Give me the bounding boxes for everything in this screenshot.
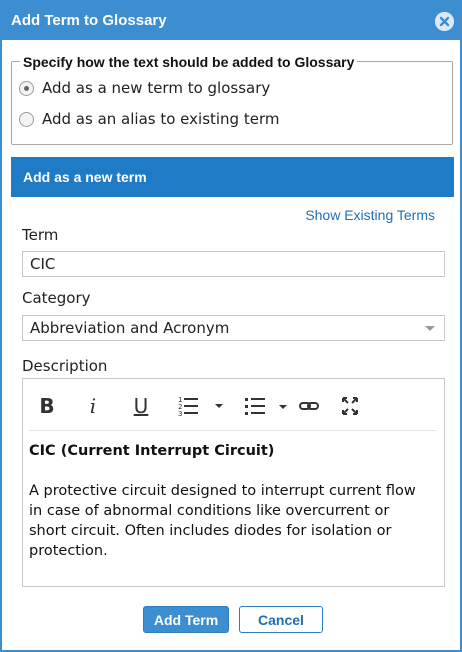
dialog-title-bar: Add Term to Glossary bbox=[2, 2, 460, 40]
ordered-list-icon[interactable]: 1 2 3 bbox=[177, 393, 227, 419]
category-label: Category bbox=[22, 289, 91, 307]
close-icon bbox=[435, 12, 454, 31]
editor-toolbar: B i U 1 2 3 bbox=[29, 379, 437, 431]
show-existing-terms-link[interactable]: Show Existing Terms bbox=[305, 207, 435, 223]
editor-content[interactable]: CIC (Current Interrupt Circuit) A protec… bbox=[29, 441, 429, 561]
category-value: Abbreviation and Acronym bbox=[30, 319, 230, 337]
close-button[interactable] bbox=[435, 12, 454, 31]
dialog-title: Add Term to Glossary bbox=[11, 12, 167, 29]
bold-icon[interactable]: B bbox=[37, 393, 57, 419]
add-mode-fieldset: Specify how the text should be added to … bbox=[11, 54, 453, 145]
cancel-button[interactable]: Cancel bbox=[239, 606, 323, 633]
radio-alias-label[interactable]: Add as an alias to existing term bbox=[42, 110, 279, 128]
radio-new-term-button[interactable] bbox=[19, 80, 34, 96]
add-term-button[interactable]: Add Term bbox=[143, 606, 229, 633]
section-header: Add as a new term bbox=[11, 157, 454, 197]
section-header-title: Add as a new term bbox=[23, 169, 147, 185]
description-editor[interactable]: B i U 1 2 3 CIC (Current Interrupt Circu… bbox=[22, 378, 445, 587]
description-heading: CIC (Current Interrupt Circuit) bbox=[29, 443, 275, 459]
radio-new-term-label[interactable]: Add as a new term to glossary bbox=[42, 79, 270, 97]
svg-text:3: 3 bbox=[178, 410, 182, 418]
fullscreen-icon[interactable] bbox=[339, 393, 361, 419]
radio-alias-button[interactable] bbox=[19, 111, 34, 127]
description-label: Description bbox=[22, 357, 108, 375]
bullet-list-icon[interactable] bbox=[239, 393, 293, 419]
add-term-dialog: Add Term to Glossary Specify how the tex… bbox=[0, 0, 462, 652]
add-mode-legend: Specify how the text should be added to … bbox=[20, 54, 358, 70]
description-body: A protective circuit designed to interru… bbox=[29, 483, 416, 559]
category-select[interactable]: Abbreviation and Acronym bbox=[22, 315, 445, 341]
link-icon[interactable] bbox=[298, 393, 320, 419]
italic-icon[interactable]: i bbox=[85, 393, 101, 419]
underline-icon[interactable]: U bbox=[131, 393, 151, 419]
radio-alias[interactable]: Add as an alias to existing term bbox=[19, 109, 279, 129]
chevron-down-icon bbox=[425, 326, 435, 331]
term-input[interactable]: CIC bbox=[22, 251, 445, 277]
term-label: Term bbox=[22, 226, 59, 244]
radio-new-term[interactable]: Add as a new term to glossary bbox=[19, 78, 270, 98]
